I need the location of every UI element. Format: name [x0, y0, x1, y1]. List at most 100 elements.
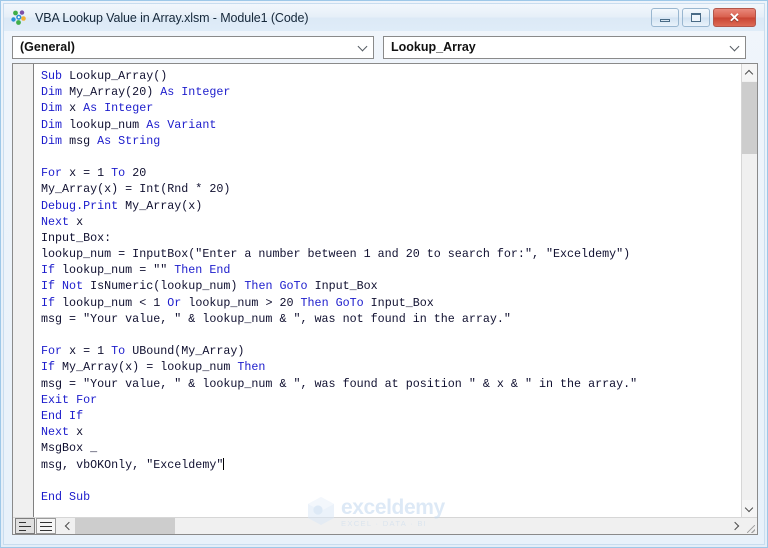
- code-text[interactable]: Sub Lookup_Array() Dim My_Array(20) As In…: [41, 68, 739, 505]
- procedure-view-button[interactable]: [15, 518, 35, 534]
- object-dropdown[interactable]: (General): [12, 35, 374, 59]
- code-line[interactable]: For x = 1 To 20: [41, 165, 739, 181]
- code-line[interactable]: [41, 149, 739, 165]
- scroll-right-button[interactable]: [727, 517, 743, 534]
- code-keyword: If: [41, 295, 63, 310]
- code-keyword: If: [41, 360, 63, 375]
- code-pane[interactable]: Sub Lookup_Array() Dim My_Array(20) As In…: [12, 63, 758, 535]
- code-token: 20: [132, 166, 147, 181]
- code-token: x: [76, 425, 84, 440]
- chevron-up-icon: [746, 69, 753, 76]
- code-token: Lookup_Array(): [69, 69, 168, 83]
- code-token: My_Array(x) = Int(Rnd * 20): [41, 182, 231, 197]
- code-keyword: For: [41, 166, 70, 181]
- code-keyword: Dim: [41, 101, 70, 116]
- scroll-down-button[interactable]: [742, 500, 757, 517]
- chevron-down-icon[interactable]: [727, 43, 743, 51]
- scroll-up-button[interactable]: [742, 64, 757, 81]
- close-icon: ✕: [729, 10, 740, 25]
- code-keyword: To: [111, 166, 133, 181]
- close-button[interactable]: ✕: [713, 8, 756, 27]
- code-line[interactable]: For x = 1 To UBound(My_Array): [41, 343, 739, 359]
- code-line[interactable]: Next x: [41, 424, 739, 440]
- procedure-view-icon: [19, 521, 31, 531]
- margin-indicator-bar[interactable]: [13, 64, 34, 517]
- code-line[interactable]: Sub Lookup_Array(): [41, 68, 739, 84]
- code-token: x = 1: [69, 344, 112, 359]
- code-line[interactable]: MsgBox _: [41, 440, 739, 456]
- code-keyword: Then: [237, 360, 266, 375]
- code-token: lookup_num < 1: [62, 295, 168, 310]
- code-token: My_Array(x) = lookup_num: [62, 360, 238, 375]
- code-line[interactable]: Dim x As Integer: [41, 100, 739, 116]
- vertical-scrollbar-thumb[interactable]: [742, 82, 757, 154]
- code-token: My_Array(20): [69, 85, 161, 100]
- chevron-down-icon[interactable]: [355, 43, 371, 51]
- code-line[interactable]: Debug.Print My_Array(x): [41, 198, 739, 214]
- code-keyword: End Sub: [41, 489, 91, 504]
- code-keyword: As Integer: [160, 85, 231, 100]
- code-line[interactable]: End Sub: [41, 489, 739, 505]
- code-line[interactable]: msg, vbOKOnly, "Exceldemy": [41, 457, 739, 473]
- code-token: lookup_num = InputBox("Enter a number be…: [41, 247, 631, 262]
- code-keyword: Then GoTo: [300, 295, 371, 310]
- code-keyword: Dim: [41, 117, 70, 132]
- maximize-button[interactable]: [682, 8, 710, 27]
- code-token: Input_Box: [314, 279, 378, 294]
- code-line[interactable]: Dim My_Array(20) As Integer: [41, 84, 739, 100]
- minimize-button[interactable]: [651, 8, 679, 27]
- code-keyword: Debug.Print: [41, 198, 126, 213]
- title-bar[interactable]: VBA Lookup Value in Array.xlsm - Module1…: [4, 4, 764, 31]
- maximize-icon: [691, 13, 701, 22]
- code-token: msg: [69, 133, 98, 148]
- code-token: msg = "Your value, " & lookup_num & ", w…: [41, 376, 638, 391]
- code-line[interactable]: Dim msg As String: [41, 133, 739, 149]
- code-line[interactable]: My_Array(x) = Int(Rnd * 20): [41, 181, 739, 197]
- scroll-left-button[interactable]: [59, 517, 75, 534]
- code-line[interactable]: lookup_num = InputBox("Enter a number be…: [41, 246, 739, 262]
- horizontal-scrollbar-row: [13, 517, 757, 534]
- view-mode-buttons: [13, 517, 59, 534]
- horizontal-scrollbar-thumb[interactable]: [75, 517, 175, 534]
- horizontal-scrollbar-track[interactable]: [75, 517, 727, 534]
- code-keyword: As Integer: [83, 101, 154, 116]
- text-cursor: [223, 457, 225, 470]
- code-line[interactable]: Exit For: [41, 392, 739, 408]
- code-keyword: Dim: [41, 85, 70, 100]
- code-line[interactable]: [41, 327, 739, 343]
- code-line[interactable]: End If: [41, 408, 739, 424]
- minimize-icon: [660, 18, 670, 22]
- code-token: lookup_num = "": [62, 263, 175, 278]
- code-keyword: If Not: [41, 279, 91, 294]
- code-token: lookup_num > 20: [188, 295, 301, 310]
- code-token: IsNumeric(lookup_num): [90, 279, 245, 294]
- code-line[interactable]: msg = "Your value, " & lookup_num & ", w…: [41, 376, 739, 392]
- full-module-view-icon: [40, 521, 52, 531]
- code-keyword: Or: [167, 295, 189, 310]
- code-line[interactable]: If My_Array(x) = lookup_num Then: [41, 359, 739, 375]
- procedure-dropdown-value: Lookup_Array: [391, 40, 476, 54]
- resize-grip[interactable]: [743, 517, 757, 534]
- chevron-right-icon: [732, 522, 739, 530]
- code-line[interactable]: msg = "Your value, " & lookup_num & ", w…: [41, 311, 739, 327]
- code-line[interactable]: Next x: [41, 214, 739, 230]
- code-line[interactable]: If lookup_num = "" Then End: [41, 262, 739, 278]
- code-keyword: End If: [41, 408, 84, 423]
- code-token: My_Array(x): [125, 198, 203, 213]
- chevron-left-icon: [64, 522, 71, 530]
- code-keyword: To: [111, 344, 133, 359]
- full-module-view-button[interactable]: [36, 518, 56, 534]
- code-token: Input_Box:: [41, 230, 112, 245]
- procedure-dropdown[interactable]: Lookup_Array: [383, 35, 746, 59]
- object-dropdown-value: (General): [20, 40, 75, 54]
- code-line[interactable]: Dim lookup_num As Variant: [41, 117, 739, 133]
- code-token: x: [76, 214, 84, 229]
- vba-module-icon: [10, 9, 28, 27]
- code-line[interactable]: Input_Box:: [41, 230, 739, 246]
- code-line[interactable]: If Not IsNumeric(lookup_num) Then GoTo I…: [41, 278, 739, 294]
- code-line[interactable]: [41, 473, 739, 489]
- code-keyword: Next: [41, 214, 77, 229]
- vertical-scrollbar[interactable]: [741, 64, 757, 517]
- code-line[interactable]: If lookup_num < 1 Or lookup_num > 20 The…: [41, 295, 739, 311]
- code-editor-surface[interactable]: Sub Lookup_Array() Dim My_Array(20) As In…: [13, 64, 741, 517]
